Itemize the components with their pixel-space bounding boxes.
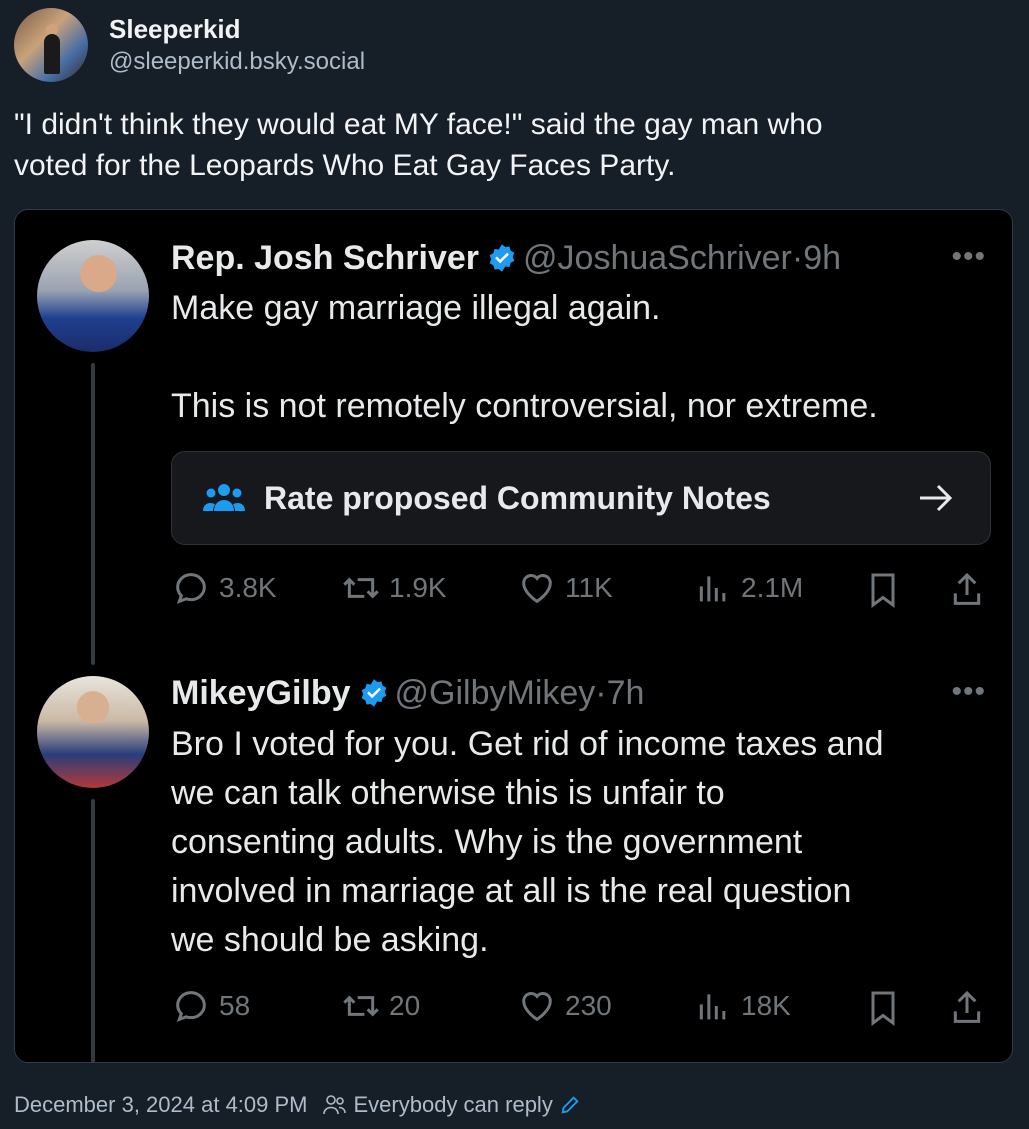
- repost-icon: [343, 995, 379, 1017]
- author-avatar[interactable]: [14, 8, 88, 82]
- author-display-name[interactable]: Sleeperkid: [109, 13, 365, 45]
- heart-icon: [522, 574, 552, 604]
- repost-count: 20: [341, 986, 420, 1026]
- tweet2-line: involved in marriage at all is the real …: [171, 872, 852, 910]
- like-count-value: 11K: [565, 572, 613, 603]
- heart-icon: [522, 992, 552, 1022]
- share-icon: [953, 990, 981, 1023]
- tweet1-header: Rep. Josh Schriver @JoshuaSchriver·9h: [171, 238, 841, 278]
- embedded-image[interactable]: Rep. Josh Schriver @JoshuaSchriver·9h •••…: [14, 209, 1013, 1063]
- view-count: 18K: [693, 986, 791, 1026]
- tweet2-actions: 58 20 230 18K: [171, 986, 991, 1030]
- post-text-line: voted for the Leopards Who Eat Gay Faces…: [14, 149, 676, 182]
- reply-count: 3.8K: [171, 568, 277, 608]
- tweet2-line: Bro I voted for you. Get rid of income t…: [171, 725, 884, 763]
- tweet1-name: Rep. Josh Schriver: [171, 239, 480, 277]
- tweet1-line: Make gay marriage illegal again.: [171, 289, 661, 327]
- views-icon: [699, 994, 726, 1020]
- tweet1-time: 9h: [803, 239, 842, 277]
- post-text: "I didn't think they would eat MY face!"…: [14, 104, 1004, 186]
- bookmark-icon: [871, 991, 895, 1026]
- view-count-value: 2.1M: [741, 572, 804, 603]
- repost-icon: [343, 577, 379, 599]
- reply-count-value: 3.8K: [219, 572, 277, 603]
- repost-count-value: 20: [389, 990, 421, 1021]
- separator-dot: ·: [595, 674, 607, 712]
- tweet2-handle: @GilbyMikey: [394, 674, 596, 712]
- reply-setting[interactable]: Everybody can reply: [354, 1092, 553, 1118]
- tweet1-avatar: [37, 240, 149, 352]
- author-handle[interactable]: @sleeperkid.bsky.social: [109, 47, 365, 77]
- post-footer: December 3, 2024 at 4:09 PM Everybody ca…: [14, 1092, 581, 1118]
- tweet2-line: we should be asking.: [171, 921, 489, 959]
- view-count-value: 18K: [741, 990, 791, 1021]
- thread-line: [91, 799, 95, 1062]
- post-timestamp[interactable]: December 3, 2024 at 4:09 PM: [14, 1092, 308, 1118]
- tweet1-handle: @JoshuaSchriver: [523, 239, 792, 277]
- view-count: 2.1M: [693, 568, 803, 608]
- community-notes-label: Rate proposed Community Notes: [264, 479, 771, 516]
- views-icon: [699, 576, 726, 602]
- arrow-right-icon: [920, 484, 953, 512]
- like-count: 11K: [517, 568, 613, 608]
- repost-count-value: 1.9K: [389, 572, 447, 603]
- verified-icon: [361, 679, 386, 707]
- separator-dot: ·: [791, 239, 804, 277]
- community-notes-box: Rate proposed Community Notes: [171, 451, 991, 545]
- reply-count-value: 58: [219, 990, 251, 1021]
- tweet2-line: consenting adults. Why is the government: [171, 823, 803, 861]
- reply-icon: [176, 573, 206, 604]
- tweet2-header: MikeyGilby @GilbyMikey·7h: [171, 673, 644, 713]
- more-icon: •••: [951, 675, 986, 708]
- verified-icon: [489, 244, 515, 272]
- more-icon: •••: [951, 240, 986, 273]
- reply-icon: [176, 991, 206, 1022]
- tweet2-line: we can talk otherwise this is unfair to: [171, 774, 725, 812]
- pencil-icon[interactable]: [559, 1094, 581, 1116]
- people-icon: [322, 1095, 346, 1115]
- people-icon: [203, 484, 245, 511]
- thread-line: [91, 363, 95, 665]
- reply-count: 58: [171, 986, 250, 1026]
- post-header: Sleeperkid @sleeperkid.bsky.social: [14, 8, 365, 82]
- like-count-value: 230: [565, 990, 612, 1021]
- tweet1-line: This is not remotely controversial, nor …: [171, 387, 878, 425]
- like-count: 230: [517, 986, 612, 1026]
- bookmark-icon: [871, 573, 895, 608]
- share-icon: [953, 572, 981, 605]
- tweet2-time: 7h: [606, 674, 645, 712]
- tweet2-name: MikeyGilby: [171, 674, 351, 712]
- tweet2-avatar: [37, 676, 149, 788]
- tweet1-actions: 3.8K 1.9K 11K 2.1M: [171, 568, 991, 612]
- post-text-line: "I didn't think they would eat MY face!"…: [14, 108, 823, 141]
- repost-count: 1.9K: [341, 568, 447, 608]
